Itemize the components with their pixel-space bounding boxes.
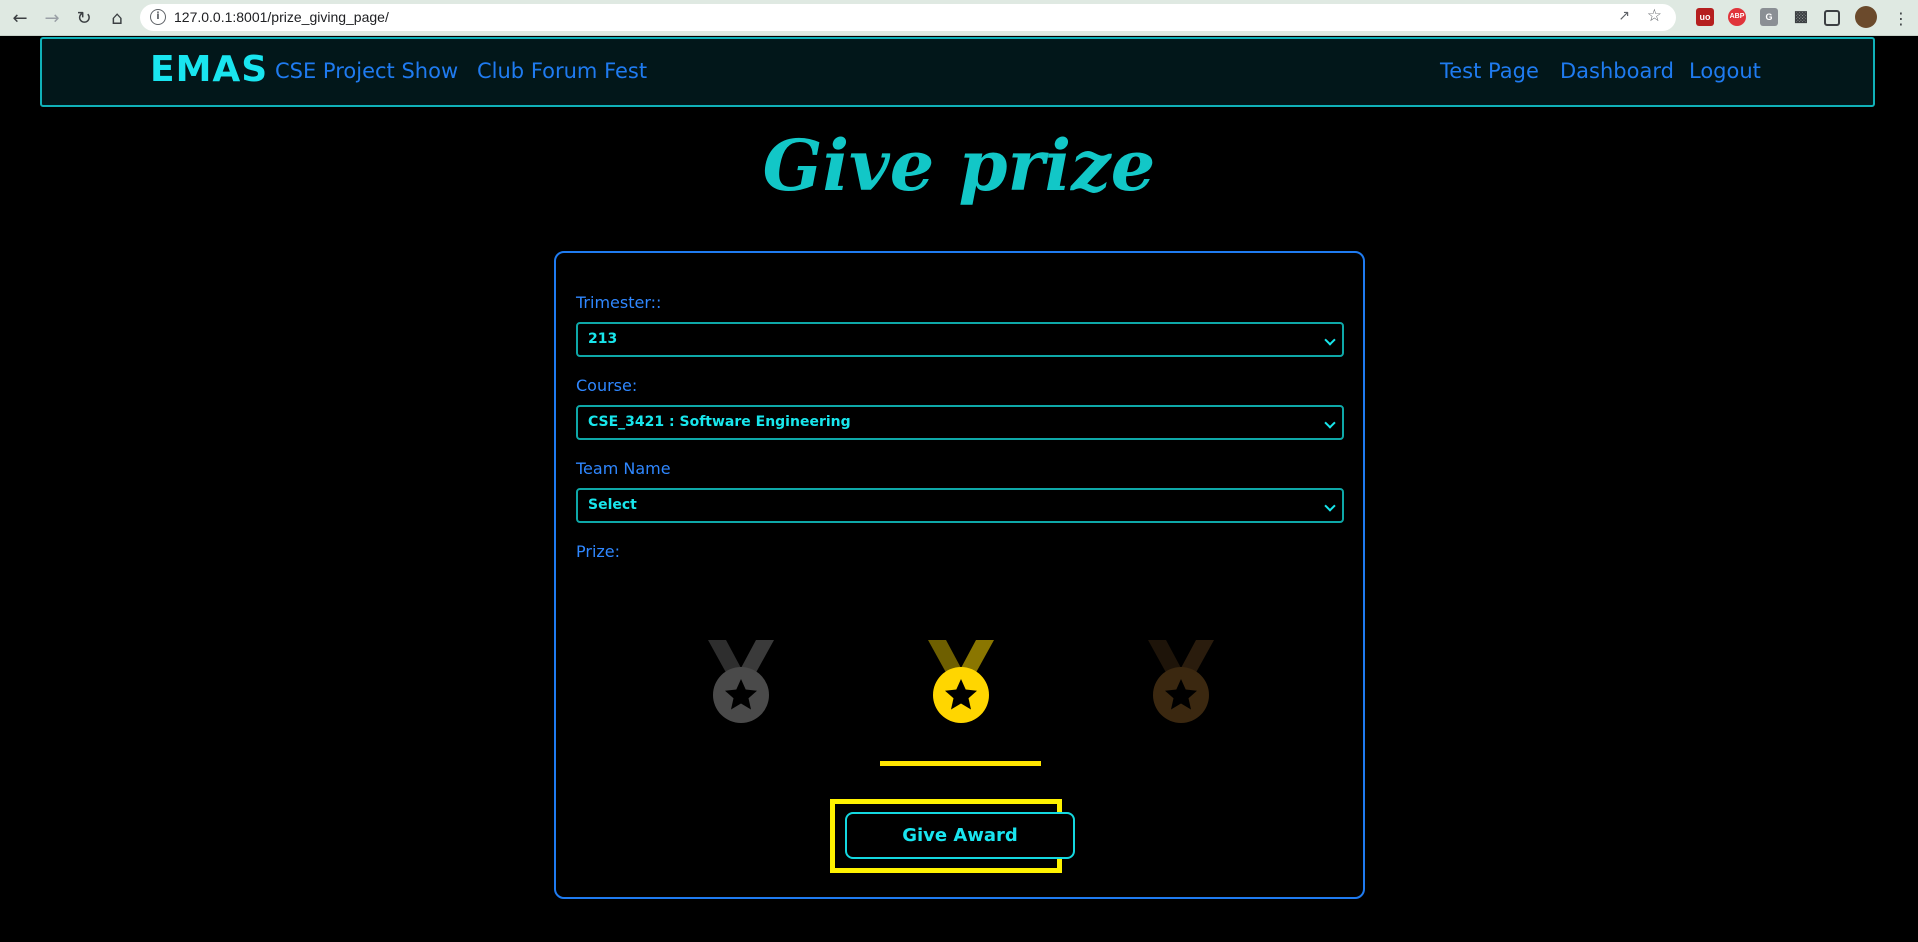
url-text: 127.0.0.1:8001/prize_giving_page/	[174, 9, 389, 25]
chevron-down-icon	[1324, 417, 1336, 429]
share-icon[interactable]: ↗	[1618, 8, 1630, 24]
team-name-value: Select	[588, 497, 637, 513]
chevron-down-icon	[1324, 500, 1336, 512]
team-name-label: Team Name	[576, 459, 671, 478]
address-bar[interactable]: i 127.0.0.1:8001/prize_giving_page/ ↗ ☆	[140, 4, 1676, 31]
bronze-medal-icon[interactable]	[1136, 638, 1226, 728]
course-value: CSE_3421 : Software Engineering	[588, 414, 851, 430]
page-title: Give prize	[762, 124, 1156, 207]
course-label: Course:	[576, 376, 638, 395]
avatar[interactable]	[1855, 6, 1877, 28]
chevron-down-icon	[1324, 334, 1336, 346]
silver-medal-icon[interactable]	[696, 638, 786, 728]
course-select[interactable]: CSE_3421 : Software Engineering	[576, 405, 1344, 440]
home-icon[interactable]: ⌂	[106, 7, 128, 29]
site-navbar: EMAS CSE Project Show Club Forum Fest Te…	[40, 37, 1875, 107]
site-info-icon[interactable]: i	[150, 9, 166, 25]
puzzle-icon[interactable]: ▩	[1792, 8, 1810, 26]
prize-form: Trimester:: 213 Course: CSE_3421 : Softw…	[554, 251, 1365, 899]
trimester-select[interactable]: 213	[576, 322, 1344, 357]
trimester-label: Trimester::	[576, 293, 662, 312]
nav-link-test-page[interactable]: Test Page	[1440, 59, 1539, 83]
selected-prize-indicator	[880, 761, 1041, 766]
nav-link-club-forum-fest[interactable]: Club Forum Fest	[477, 59, 647, 83]
ublock-icon[interactable]: uo	[1696, 8, 1714, 26]
g-extension-icon[interactable]: G	[1760, 8, 1778, 26]
prize-label: Prize:	[576, 542, 621, 561]
gold-medal-icon[interactable]	[916, 638, 1006, 728]
reload-icon[interactable]: ↻	[73, 7, 95, 29]
nav-link-logout[interactable]: Logout	[1689, 59, 1761, 83]
bookmark-star-icon[interactable]: ☆	[1647, 6, 1662, 26]
nav-link-dashboard[interactable]: Dashboard	[1560, 59, 1674, 83]
team-name-select[interactable]: Select	[576, 488, 1344, 523]
sidebar-icon[interactable]	[1824, 10, 1840, 26]
trimester-value: 213	[588, 331, 618, 347]
give-award-button[interactable]: Give Award	[845, 812, 1075, 859]
nav-link-cse-project-show[interactable]: CSE Project Show	[275, 59, 458, 83]
browser-toolbar: ← → ↻ ⌂ i 127.0.0.1:8001/prize_giving_pa…	[0, 0, 1918, 36]
forward-icon[interactable]: →	[41, 7, 63, 29]
back-icon[interactable]: ←	[9, 7, 31, 29]
abp-icon[interactable]: ABP	[1728, 8, 1746, 26]
menu-icon[interactable]: ⋮	[1890, 7, 1912, 29]
brand-logo[interactable]: EMAS	[150, 49, 268, 90]
